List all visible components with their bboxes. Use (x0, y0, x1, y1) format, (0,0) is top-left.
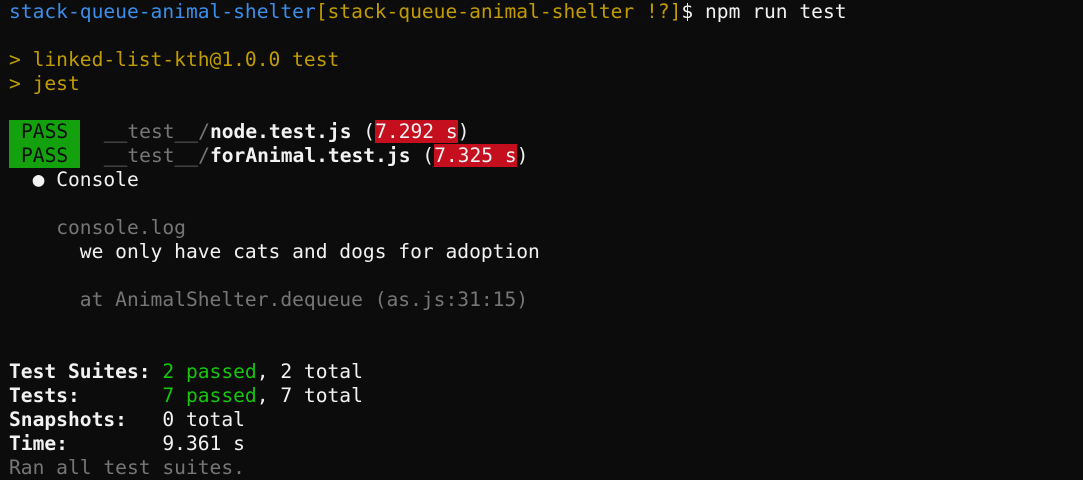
console-log-label-line: console.log (9, 216, 1079, 240)
console-title: Console (56, 168, 139, 191)
test-dir: __test__/ (103, 144, 210, 167)
prompt-cwd: stack-queue-animal-shelter (9, 0, 316, 23)
paren-close: ) (457, 120, 470, 143)
test-time-badge: 7.325 s (434, 144, 517, 167)
npm-script-line: > linked-list-kth@1.0.0 test (9, 48, 340, 71)
paren-open: ( (410, 144, 435, 167)
stack-trace: at AnimalShelter.dequeue (as.js:31:15) (79, 288, 529, 311)
console-heading: ● Console (9, 168, 1079, 192)
summary-tests: Tests: 7 passed, 7 total (9, 384, 1079, 408)
summary-tests-passed: 7 passed (162, 384, 257, 407)
summary-time-label: Time: (9, 432, 68, 455)
console-message: we only have cats and dogs for adoption (79, 240, 540, 263)
summary-snapshots-value: 0 total (162, 408, 245, 431)
stack-trace-line: at AnimalShelter.dequeue (as.js:31:15) (9, 288, 1079, 312)
paren-close: ) (516, 144, 529, 167)
summary-suites: Test Suites: 2 passed, 2 total (9, 360, 1079, 384)
terminal-output[interactable]: stack-queue-animal-shelter[stack-queue-a… (9, 0, 1079, 480)
test-file: node.test.js (209, 120, 352, 143)
paren-open: ( (351, 120, 376, 143)
summary-snapshots: Snapshots: 0 total (9, 408, 1079, 432)
summary-tests-total: , 7 total (256, 384, 363, 407)
prompt-symbol: $ (681, 0, 694, 23)
console-message-line: we only have cats and dogs for adoption (9, 240, 1079, 264)
summary-footer: Ran all test suites. (9, 456, 245, 479)
test-result-row: PASS __test__/node.test.js (7.292 s) (9, 120, 1079, 144)
test-time-badge: 7.292 s (375, 120, 458, 143)
prompt-line: stack-queue-animal-shelter[stack-queue-a… (9, 0, 1079, 24)
summary-snapshots-label: Snapshots: (9, 408, 127, 431)
prompt-command: npm run test (705, 0, 847, 23)
summary-suites-label: Test Suites: (9, 360, 151, 383)
test-dir: __test__/ (103, 120, 210, 143)
pass-badge: PASS (9, 120, 81, 144)
summary-tests-label: Tests: (9, 384, 80, 407)
test-result-row: PASS __test__/forAnimal.test.js (7.325 s… (9, 144, 1079, 168)
npm-jest-line: > jest (9, 72, 80, 95)
summary-suites-total: , 2 total (256, 360, 363, 383)
prompt-branch: [stack-queue-animal-shelter !?] (315, 0, 682, 23)
test-file: forAnimal.test.js (209, 144, 411, 167)
console-log-label: console.log (56, 216, 186, 239)
bullet-icon: ● (32, 168, 45, 191)
summary-time-value: 9.361 s (162, 432, 245, 455)
summary-suites-passed: 2 passed (162, 360, 257, 383)
pass-badge: PASS (9, 144, 81, 168)
summary-time: Time: 9.361 s (9, 432, 1079, 456)
